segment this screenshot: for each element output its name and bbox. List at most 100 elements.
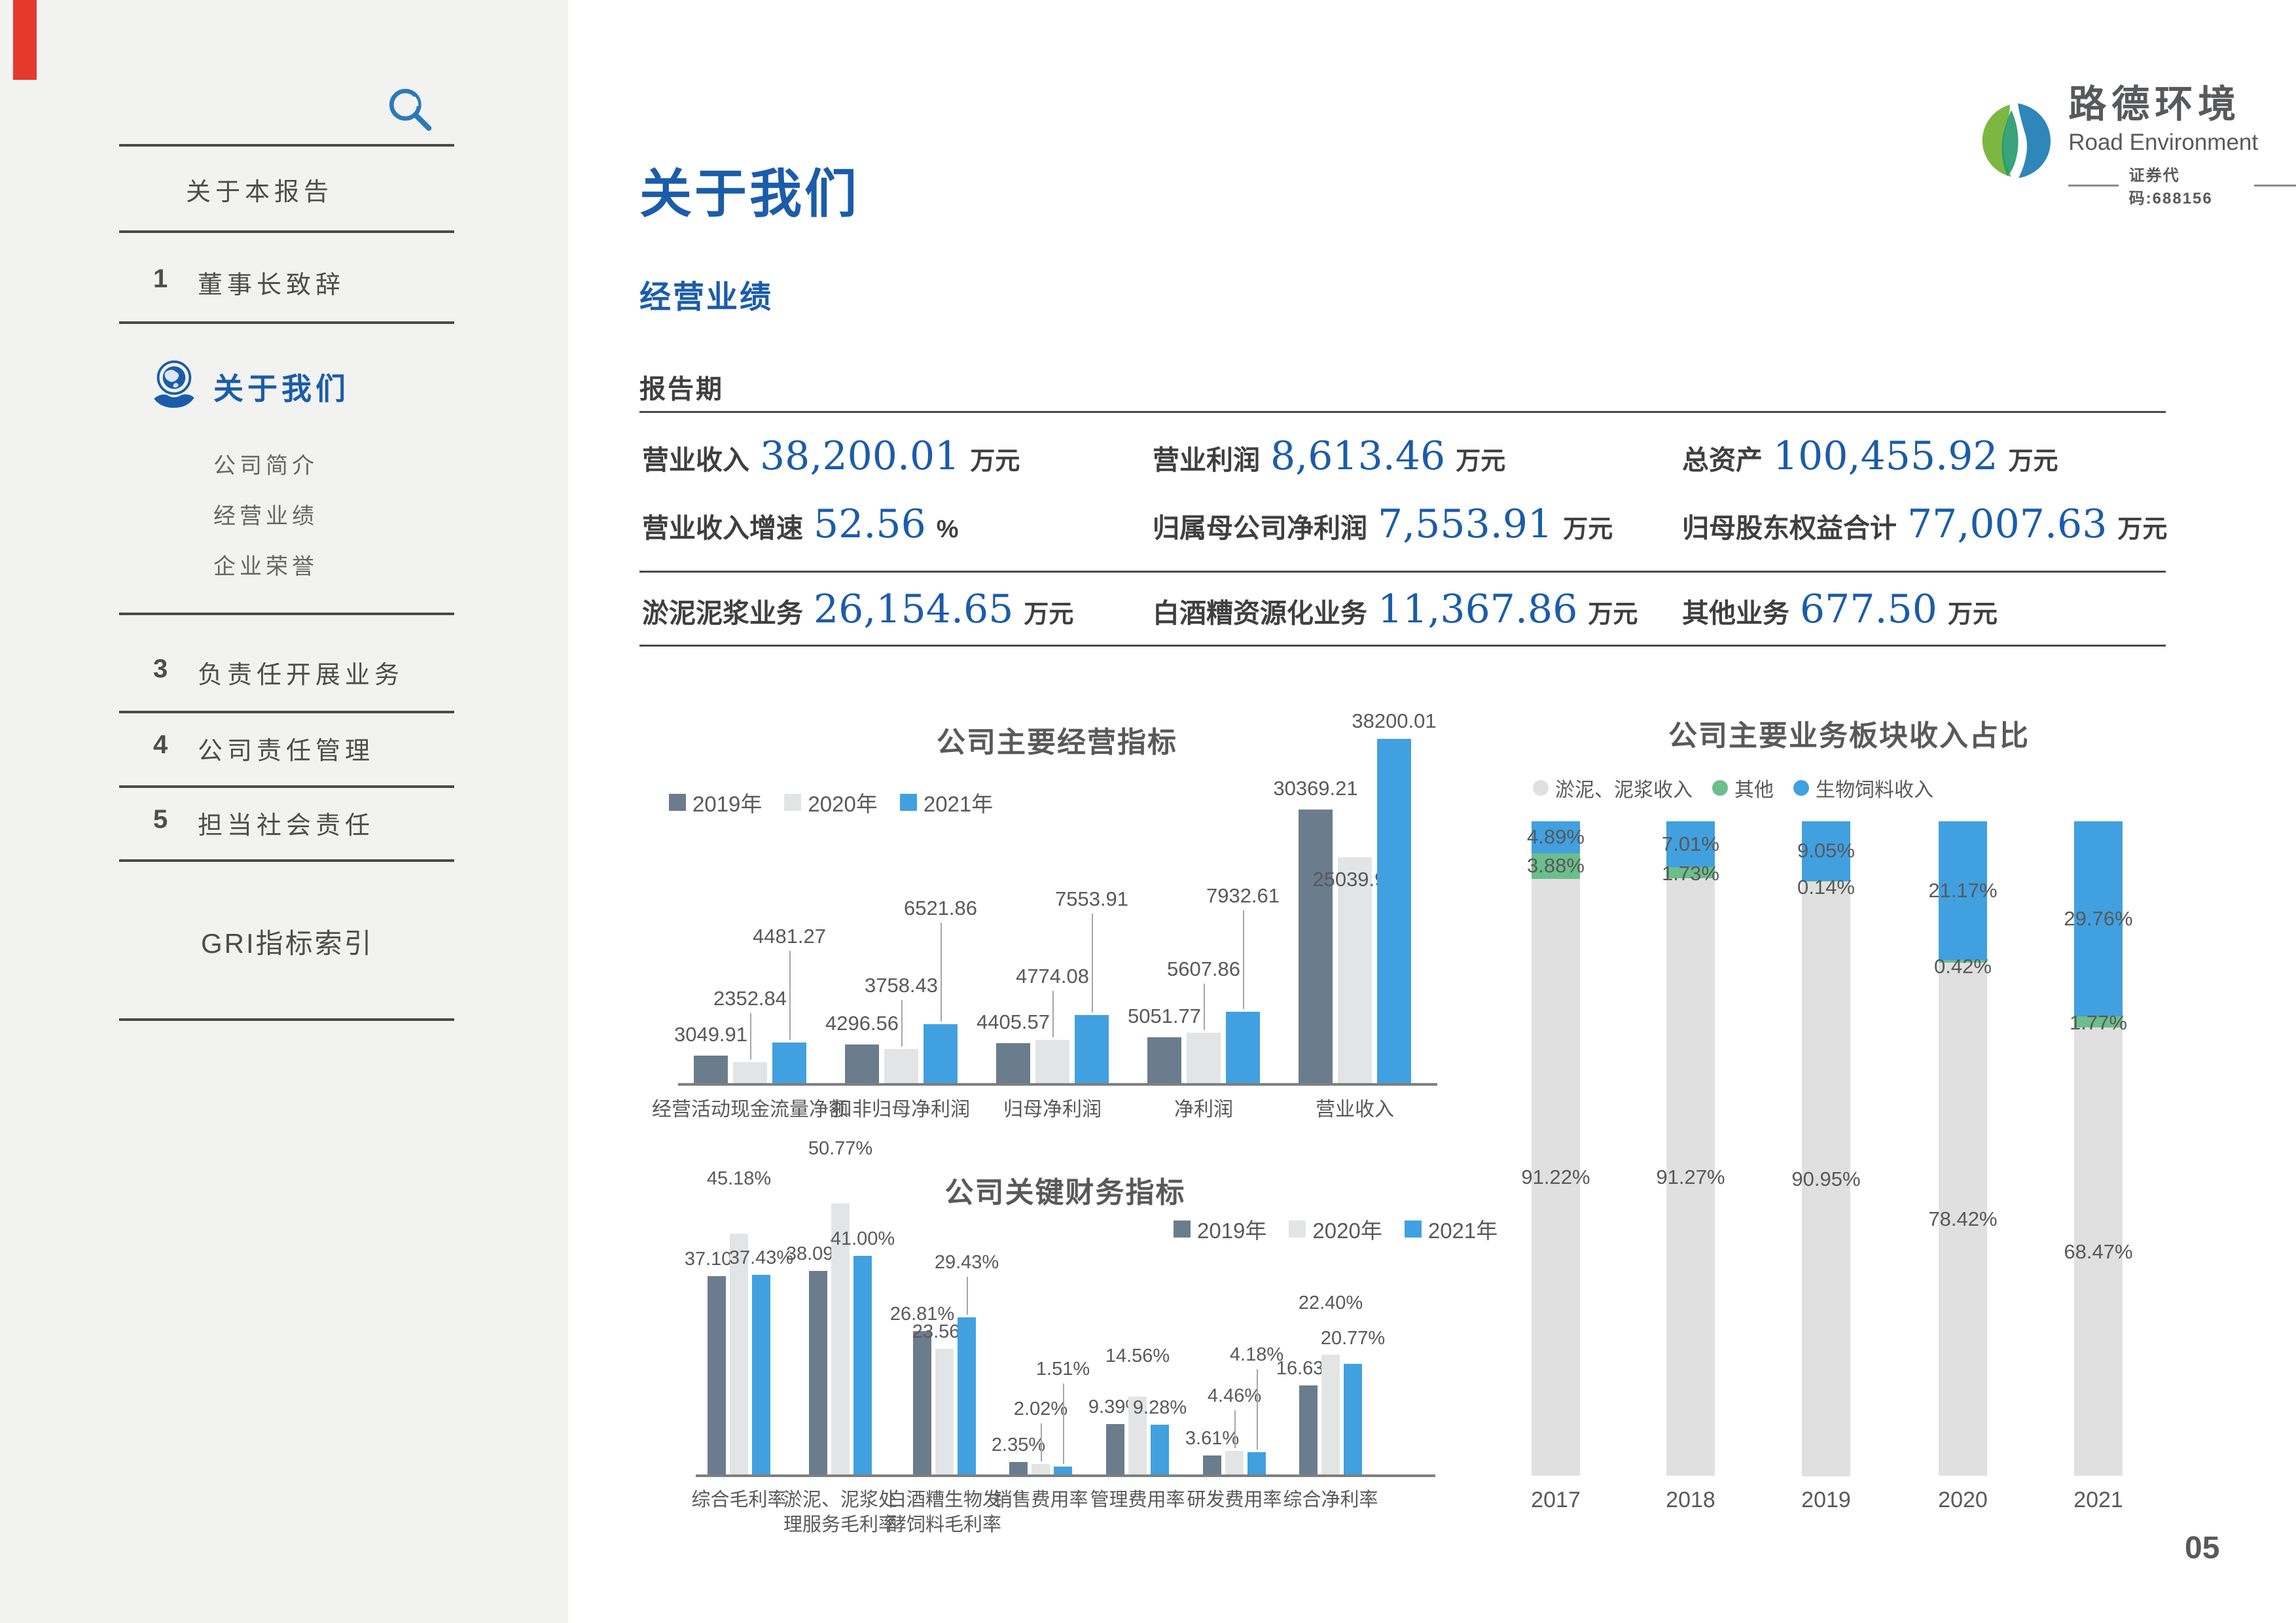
chart-revenue-share: 公司主要业务板块收入占比 淤泥、泥浆收入其他生物饲料收入 4.89%3.88%9… <box>1518 707 2179 1531</box>
data-label: 2.35% <box>992 1435 1045 1456</box>
bar-2020年 <box>733 1062 767 1083</box>
chart-plot: 37.10%45.18%37.43%综合毛利率38.09%50.77%41.00… <box>684 1164 1446 1582</box>
sidebar-item-chairman-speech[interactable]: 董事长致辞 <box>198 264 345 300</box>
data-label: 2.02% <box>1014 1399 1067 1420</box>
year-label: 2021 <box>2046 1488 2151 1513</box>
data-label: 22.40% <box>1299 1293 1363 1314</box>
sidebar-subitem-corporate-honors[interactable]: 企业荣誉 <box>213 548 318 580</box>
data-label: 14.56% <box>1105 1346 1170 1367</box>
metric-label: 白酒糟资源化业务 <box>1153 591 1367 630</box>
metric-unit: 万元 <box>1024 594 1073 630</box>
sidebar-divider <box>119 785 454 788</box>
sidebar-item-number: 3 <box>153 654 168 684</box>
data-label: 3758.43 <box>865 974 938 997</box>
data-label: 41.00% <box>831 1228 895 1250</box>
sidebar-item-responsible-business[interactable]: 负责任开展业务 <box>198 654 404 690</box>
data-label: 78.42% <box>1928 1207 1997 1231</box>
metric-value: 677.50 <box>1800 586 1937 632</box>
sidebar-divider <box>119 144 454 147</box>
data-label: 0.14% <box>1797 876 1855 899</box>
metric-label: 总资产 <box>1682 438 1763 477</box>
leader-line <box>1063 1383 1064 1464</box>
leader-line <box>941 923 942 1022</box>
bar-2020年 <box>1035 1040 1069 1083</box>
sidebar-item-number: 5 <box>153 805 168 834</box>
metric-label: 营业收入增速 <box>642 506 803 545</box>
data-label: 6521.86 <box>904 897 977 920</box>
data-label: 3.88% <box>1527 854 1585 878</box>
data-label: 5051.77 <box>1128 1005 1201 1028</box>
data-label: 21.17% <box>1928 879 1997 902</box>
sidebar-item-social-responsibility[interactable]: 担当社会责任 <box>198 805 374 841</box>
metric-unit: 万元 <box>2117 508 2167 544</box>
sidebar-item-responsibility-management[interactable]: 公司责任管理 <box>198 730 374 766</box>
year-label: 2018 <box>1638 1488 1743 1513</box>
metric-value: 52.56 <box>814 501 926 547</box>
x-axis <box>678 1083 1437 1086</box>
sidebar-divider <box>119 230 454 233</box>
metric-revenue: 营业收入 38,200.01 万元 <box>642 433 1020 479</box>
sidebar-divider <box>119 1018 454 1021</box>
bar-2021年 <box>853 1256 872 1474</box>
leader-line <box>1052 991 1054 1037</box>
bar-2019年 <box>1299 810 1333 1083</box>
logo-name-cn: 路德环境 <box>2068 73 2296 128</box>
metric-unit: 万元 <box>1588 594 1638 630</box>
bar-2021年 <box>1054 1467 1072 1474</box>
company-logo: 路德环境 Road Environment 证券代码:688156 <box>1977 73 2296 208</box>
data-label: 9.05% <box>1797 839 1855 863</box>
metric-label: 其他业务 <box>1682 591 1789 630</box>
data-label: 1.73% <box>1662 862 1719 885</box>
metric-unit: % <box>937 516 959 544</box>
sidebar-item-about-report[interactable]: 关于本报告 <box>186 171 333 207</box>
bar-2019年 <box>1106 1424 1124 1474</box>
bar-2020年 <box>884 1049 918 1083</box>
bar-2019年 <box>1203 1455 1221 1474</box>
bar-2019年 <box>845 1044 879 1083</box>
divider <box>639 645 2166 647</box>
bar-2021年 <box>1377 739 1411 1083</box>
leader-line <box>1243 910 1244 1009</box>
sidebar-subitem-company-profile[interactable]: 公司简介 <box>213 448 318 480</box>
leader-line <box>789 951 791 1040</box>
logo-stock-code: 证券代码:688156 <box>2068 162 2296 208</box>
sidebar-subitem-operating-performance[interactable]: 经营业绩 <box>213 498 318 530</box>
leader-line <box>1234 1410 1236 1448</box>
leader-line <box>901 1000 903 1046</box>
globe-hand-icon <box>147 357 202 410</box>
year-label: 2017 <box>1503 1488 1608 1513</box>
metric-label: 营业收入 <box>642 438 749 477</box>
metric-value: 7,553.91 <box>1378 501 1552 547</box>
sidebar-divider <box>119 613 454 615</box>
data-label: 2352.84 <box>713 987 787 1010</box>
data-label: 4481.27 <box>753 925 826 948</box>
data-label: 3.61% <box>1185 1428 1239 1450</box>
metric-unit: 万元 <box>1563 508 1613 544</box>
x-axis <box>696 1474 1435 1477</box>
data-label: 7.01% <box>1662 832 1719 856</box>
data-label: 37.43% <box>729 1247 793 1269</box>
data-label: 4405.57 <box>977 1010 1050 1034</box>
section-subtitle: 经营业绩 <box>639 271 773 317</box>
bar-2019年 <box>913 1331 931 1474</box>
leader-line <box>1092 914 1093 1012</box>
bar-2021年 <box>1344 1364 1362 1474</box>
metric-label: 归母股东权益合计 <box>1682 506 1897 545</box>
data-label: 50.77% <box>808 1138 872 1160</box>
chart-plot: 3049.912352.844481.27经营活动现金流量净额4296.5637… <box>668 707 1446 1152</box>
metric-value: 77,007.63 <box>1907 501 2107 547</box>
leader-line <box>1204 984 1205 1030</box>
page-number: 05 <box>2185 1530 2219 1566</box>
leader-line <box>1041 1423 1042 1461</box>
metric-sludge-business: 淤泥泥浆业务 26,154.65 万元 <box>642 586 1073 632</box>
bar-2019年 <box>708 1276 726 1474</box>
sidebar-divider <box>119 859 454 862</box>
sidebar-item-about-us[interactable]: 关于我们 <box>213 365 350 408</box>
metric-unit: 万元 <box>2009 440 2058 476</box>
search-icon[interactable] <box>384 84 437 137</box>
data-label: 4774.08 <box>1016 965 1089 988</box>
category-label: 营业收入 <box>1230 1097 1479 1122</box>
divider <box>639 571 2166 573</box>
bar-2020年 <box>1031 1464 1050 1474</box>
sidebar-item-gri-index[interactable]: GRI指标索引 <box>201 921 374 961</box>
